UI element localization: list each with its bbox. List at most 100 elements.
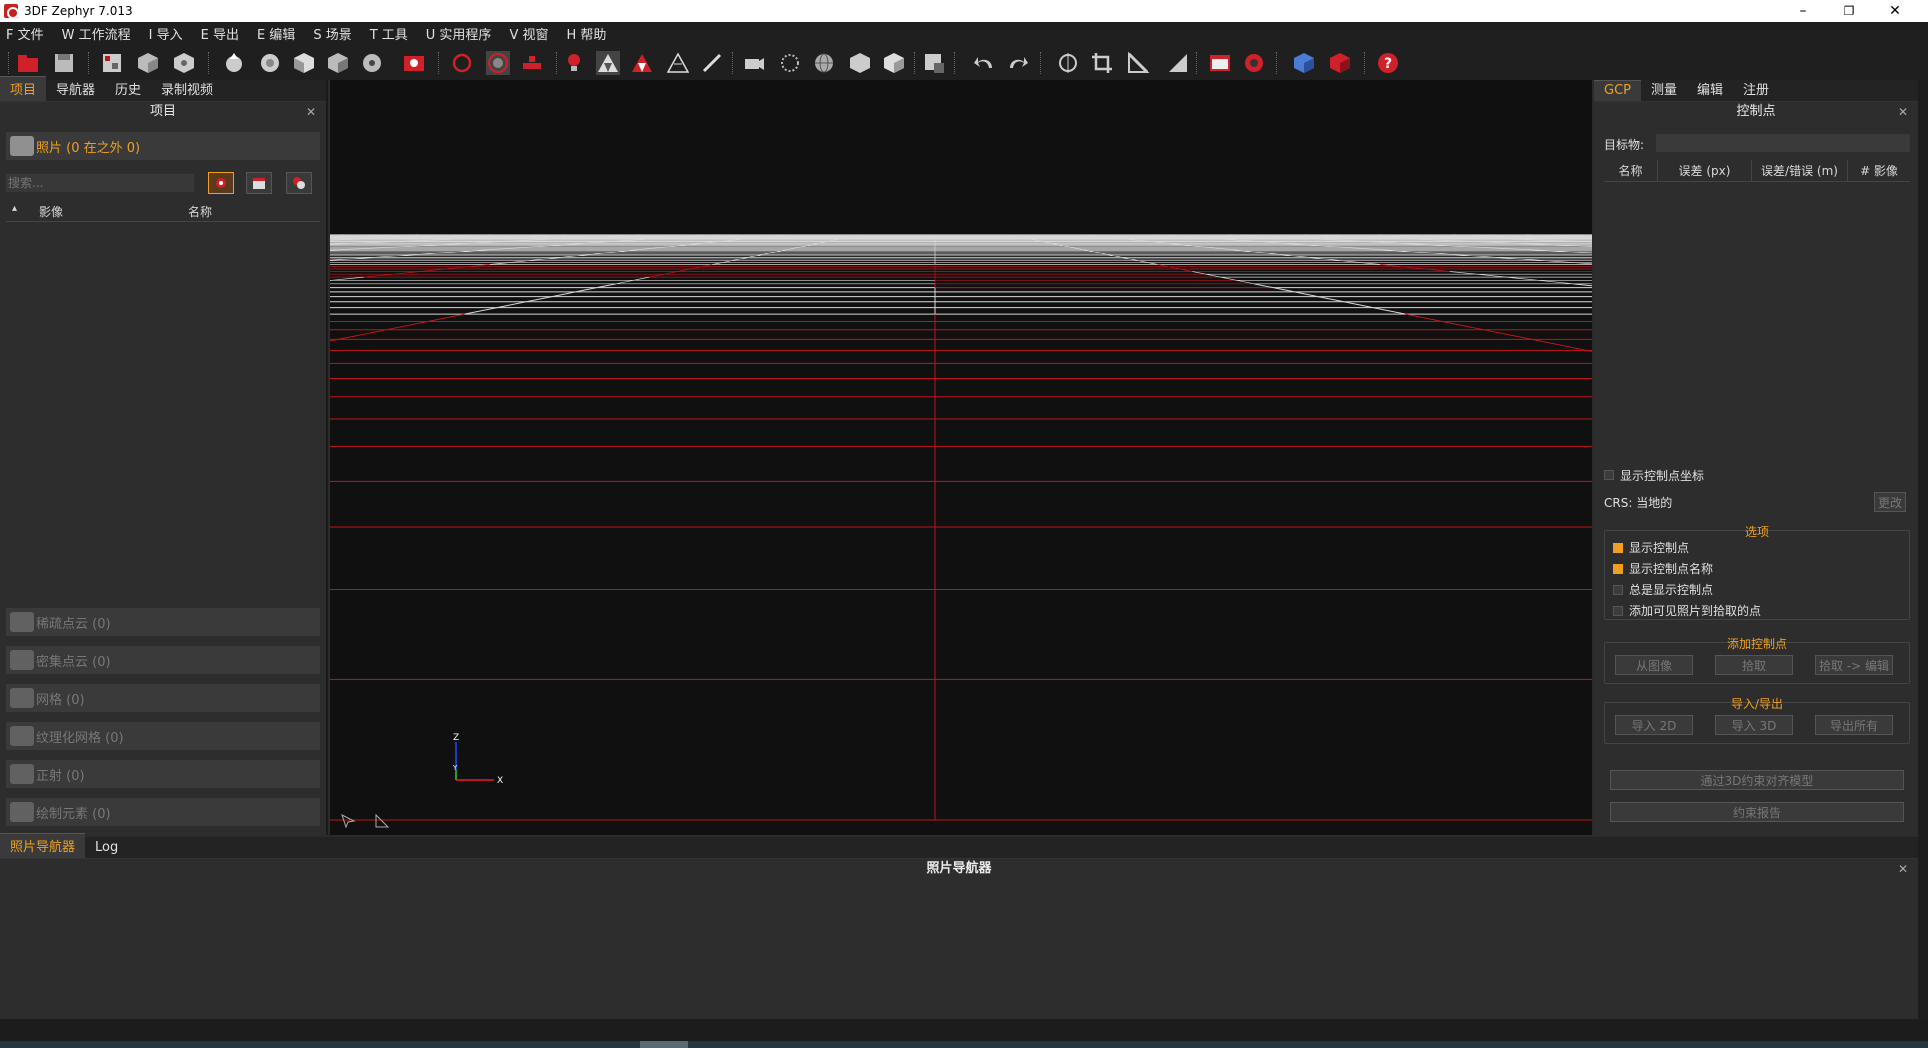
- close-icon[interactable]: ✕: [1898, 859, 1908, 879]
- maximize-button[interactable]: ❐: [1826, 0, 1872, 22]
- column-error-px[interactable]: 误差 (px): [1658, 160, 1752, 181]
- selection-box-icon[interactable]: [922, 51, 946, 75]
- chart-steps-icon[interactable]: [1166, 51, 1190, 75]
- column-image[interactable]: 影像: [39, 203, 63, 220]
- sparse-cloud-section[interactable]: 稀疏点云 (0): [6, 608, 320, 636]
- drawing-elements-section[interactable]: 绘制元素 (0): [6, 798, 320, 826]
- change-crs-button[interactable]: 更改: [1874, 492, 1906, 512]
- red-cube-icon[interactable]: [1328, 51, 1352, 75]
- measure-ruler-icon[interactable]: [1126, 51, 1150, 75]
- column-images[interactable]: # 影像: [1848, 160, 1910, 181]
- undo-icon[interactable]: [972, 51, 996, 75]
- tab-navigator[interactable]: 导航器: [46, 77, 105, 101]
- tab-project[interactable]: 项目: [0, 76, 47, 101]
- tab-register[interactable]: 注册: [1733, 77, 1779, 101]
- close-icon[interactable]: ✕: [1898, 102, 1908, 122]
- import-3d-button[interactable]: 导入 3D: [1715, 715, 1793, 735]
- script-console-icon[interactable]: [1208, 51, 1232, 75]
- select-cursor-icon[interactable]: [340, 813, 356, 829]
- menu-help[interactable]: H 帮助: [566, 24, 606, 43]
- points-sphere-icon[interactable]: [778, 51, 802, 75]
- tab-log[interactable]: Log: [85, 838, 128, 858]
- tab-gcp[interactable]: GCP: [1594, 80, 1641, 101]
- export-all-button[interactable]: 导出所有: [1815, 715, 1893, 735]
- tab-measure[interactable]: 测量: [1641, 77, 1687, 101]
- brush-icon[interactable]: [700, 51, 724, 75]
- filter-camera-button[interactable]: [208, 172, 234, 194]
- show-gcp-names-checkbox[interactable]: [1613, 564, 1623, 574]
- align-model-button[interactable]: 通过3D约束对齐模型: [1610, 770, 1904, 790]
- globe-mesh-icon[interactable]: [812, 51, 836, 75]
- column-name[interactable]: 名称: [188, 203, 212, 220]
- 3d-viewport[interactable]: Z Y X: [330, 80, 1592, 835]
- add-visible-photos-checkbox[interactable]: [1613, 606, 1623, 616]
- photos-section-button[interactable]: 照片 (0 在之外 0): [6, 132, 320, 160]
- redo-icon[interactable]: [1006, 51, 1030, 75]
- rotate-tool-icon[interactable]: [1056, 51, 1080, 75]
- cube-icon[interactable]: [136, 51, 160, 75]
- shaded-cube-icon[interactable]: [882, 51, 906, 75]
- settings-gear-icon[interactable]: [1242, 51, 1266, 75]
- refresh-icon[interactable]: [450, 51, 474, 75]
- textured-mesh-icon[interactable]: [326, 51, 350, 75]
- close-icon[interactable]: ✕: [306, 102, 316, 122]
- pick-button[interactable]: 拾取: [1715, 655, 1793, 675]
- orthophoto-section[interactable]: 正射 (0): [6, 760, 320, 788]
- solid-render-icon[interactable]: [596, 51, 620, 75]
- save-icon[interactable]: [52, 51, 76, 75]
- show-coords-checkbox[interactable]: [1604, 470, 1614, 480]
- texture-render-icon[interactable]: [630, 51, 654, 75]
- filter-calendar-button[interactable]: [246, 172, 272, 194]
- sparse-cloud-icon[interactable]: [222, 51, 246, 75]
- menu-edit[interactable]: E 编辑: [257, 24, 295, 43]
- menu-utilities[interactable]: U 实用程序: [426, 24, 492, 43]
- tab-record-video[interactable]: 录制视频: [151, 77, 223, 101]
- menu-tools[interactable]: T 工具: [370, 24, 408, 43]
- help-icon[interactable]: ?: [1376, 51, 1400, 75]
- search-input[interactable]: [6, 174, 194, 192]
- cameras-network-icon[interactable]: [520, 51, 544, 75]
- sort-indicator-icon[interactable]: ▴: [12, 203, 17, 214]
- menu-import[interactable]: I 导入: [149, 24, 183, 43]
- tab-history[interactable]: 历史: [105, 77, 151, 101]
- dense-cloud-icon[interactable]: [258, 51, 282, 75]
- close-button[interactable]: ✕: [1872, 0, 1918, 22]
- import-2d-button[interactable]: 导入 2D: [1615, 715, 1693, 735]
- measure-tool-icon[interactable]: [374, 813, 390, 829]
- solid-cube-icon[interactable]: [848, 51, 872, 75]
- show-gcp-checkbox[interactable]: [1613, 543, 1623, 553]
- horizontal-scrollbar[interactable]: [0, 1041, 1928, 1048]
- crop-icon[interactable]: [1090, 51, 1114, 75]
- textured-mesh-section[interactable]: 纹理化网格 (0): [6, 722, 320, 750]
- mesh-icon[interactable]: [292, 51, 316, 75]
- new-project-icon[interactable]: [16, 51, 40, 75]
- camera-view-icon[interactable]: [742, 51, 766, 75]
- photos-grid-icon[interactable]: [100, 51, 124, 75]
- tab-edit[interactable]: 编辑: [1687, 77, 1733, 101]
- light-bulb-icon[interactable]: [562, 51, 586, 75]
- menu-export[interactable]: E 导出: [201, 24, 239, 43]
- camera-icon[interactable]: [402, 51, 426, 75]
- wireframe-render-icon[interactable]: [666, 51, 690, 75]
- column-name[interactable]: 名称: [1604, 160, 1658, 181]
- column-error-m[interactable]: 误差/错误 (m): [1752, 160, 1848, 181]
- target-dropdown[interactable]: [1656, 134, 1910, 152]
- point-cloud-gear-icon[interactable]: [360, 51, 384, 75]
- menu-file[interactable]: F 文件: [6, 24, 44, 43]
- vertical-scrollbar[interactable]: [1918, 80, 1928, 1019]
- filter-tags-button[interactable]: [286, 172, 312, 194]
- tab-photo-navigator[interactable]: 照片导航器: [0, 833, 86, 858]
- scrollbar-thumb[interactable]: [640, 1041, 688, 1048]
- always-show-gcp-checkbox[interactable]: [1613, 585, 1623, 595]
- orbit-icon[interactable]: [486, 51, 510, 75]
- menu-scene[interactable]: S 场景: [313, 24, 351, 43]
- mesh-section[interactable]: 网格 (0): [6, 684, 320, 712]
- constraint-report-button[interactable]: 约束报告: [1610, 802, 1904, 822]
- menu-view[interactable]: V 视窗: [509, 24, 548, 43]
- blue-cube-icon[interactable]: [1292, 51, 1316, 75]
- dense-cloud-section[interactable]: 密集点云 (0): [6, 646, 320, 674]
- mesh-cube-icon[interactable]: [172, 51, 196, 75]
- from-image-button[interactable]: 从图像: [1615, 655, 1693, 675]
- menu-workflow[interactable]: W 工作流程: [62, 24, 131, 43]
- minimize-button[interactable]: –: [1780, 0, 1826, 22]
